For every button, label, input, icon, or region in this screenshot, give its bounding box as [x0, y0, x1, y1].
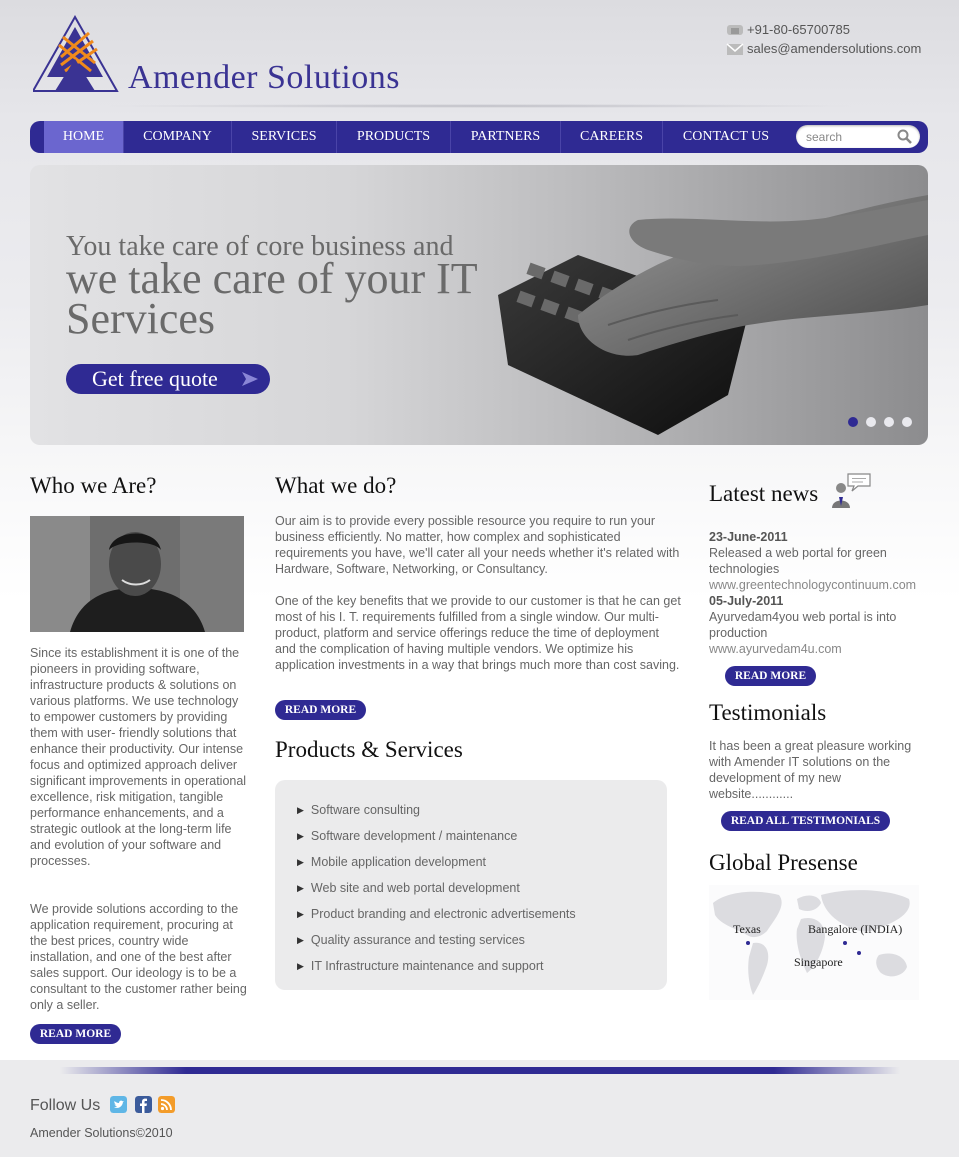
chevron-right-icon: ▶ [297, 856, 304, 867]
service-item[interactable]: ▶ Software development / maintenance [297, 823, 576, 849]
news-link[interactable]: www.ayurvedam4u.com [709, 641, 929, 657]
header-divider [100, 104, 860, 108]
who-we-are-para-1: Since its establishment it is one of the… [30, 646, 247, 868]
nav-services[interactable]: SERVICES [232, 121, 337, 153]
map-marker-bangalore[interactable] [843, 941, 847, 945]
nav-careers[interactable]: CAREERS [561, 121, 663, 153]
products-services-title: Products & Services [275, 737, 463, 762]
chevron-right-icon: ▶ [297, 830, 304, 841]
service-item-label: Mobile application development [310, 855, 487, 869]
hero-headline: we take care of your IT Services [66, 254, 477, 343]
map-marker-singapore[interactable] [857, 951, 861, 955]
nav-company[interactable]: COMPANY [124, 121, 232, 153]
services-list: ▶ Software consulting ▶ Software developme… [297, 797, 576, 979]
search-input[interactable] [806, 129, 898, 144]
phone-row: +91-80-65700785 [726, 20, 921, 39]
nav-products[interactable]: PRODUCTS [337, 121, 451, 153]
service-item[interactable]: ▶ Web site and web portal development [297, 875, 576, 901]
nav-home[interactable]: HOME [44, 121, 124, 153]
what-read-more-button[interactable]: READ MORE [275, 700, 366, 720]
hero-banner: You take care of core business and we ta… [30, 165, 928, 445]
who-read-more-button[interactable]: READ MORE [30, 1024, 121, 1044]
what-we-do-title: What we do? [275, 473, 397, 498]
map-label-texas: Texas [733, 922, 761, 936]
nav-partners[interactable]: PARTNERS [451, 121, 561, 153]
rss-icon[interactable] [158, 1096, 175, 1113]
slider-dot-3[interactable] [884, 417, 894, 427]
who-we-are-title: Who we Are? [30, 473, 157, 498]
profile-photo [30, 516, 244, 632]
arrow-right-icon [242, 372, 258, 386]
logo[interactable]: Amender Solutions [33, 15, 423, 96]
logo-icon [33, 15, 119, 92]
search-box [796, 125, 920, 148]
service-item-label: Quality assurance and testing services [310, 933, 525, 947]
news-date: 05-July-2011 [709, 594, 784, 608]
news-text: Released a web portal for green technolo… [709, 546, 887, 576]
service-item[interactable]: ▶ Mobile application development [297, 849, 576, 875]
service-item-label: Software development / maintenance [310, 829, 518, 843]
slider-dot-1[interactable] [848, 417, 858, 427]
what-we-do-para-1: Our aim is to provide every possible res… [275, 514, 680, 576]
map-marker-texas[interactable] [746, 941, 750, 945]
search-icon[interactable] [897, 129, 912, 144]
service-item-label: Product branding and electronic advertis… [310, 907, 576, 921]
slider-dot-2[interactable] [866, 417, 876, 427]
what-we-do-para-2: One of the key benefits that we provide … [275, 594, 681, 672]
services-box: ▶ Software consulting ▶ Software developme… [275, 780, 667, 990]
email-address[interactable]: sales@amendersolutions.com [747, 41, 921, 56]
chevron-right-icon: ▶ [297, 934, 304, 945]
chevron-right-icon: ▶ [297, 908, 304, 919]
news-date: 23-June-2011 [709, 530, 788, 544]
logo-text: Amender Solutions [128, 59, 400, 96]
news-read-more-button[interactable]: READ MORE [725, 666, 816, 686]
service-item-label: IT Infrastructure maintenance and suppor… [310, 959, 544, 973]
who-we-are-para-2: We provide solutions according to the ap… [30, 902, 247, 1012]
get-free-quote-button[interactable]: Get free quote [66, 364, 270, 394]
latest-news-title: Latest news [709, 481, 819, 506]
keyboard-hands-image [498, 195, 928, 435]
news-item-2: 05-July-2011 Ayurvedam4you web portal is… [709, 593, 929, 657]
slider-dot-4[interactable] [902, 417, 912, 427]
chevron-right-icon: ▶ [297, 882, 304, 893]
testimonials-title: Testimonials [709, 700, 827, 725]
phone-number: +91-80-65700785 [747, 22, 851, 37]
service-item-label: Software consulting [310, 803, 421, 817]
service-item[interactable]: ▶ Software consulting [297, 797, 576, 823]
news-link[interactable]: www.greentechnologycontinuum.com [709, 577, 929, 593]
service-item[interactable]: ▶ Quality assurance and testing services [297, 927, 576, 953]
chevron-right-icon: ▶ [297, 960, 304, 971]
nav-contact-us[interactable]: CONTACT US [663, 121, 789, 153]
read-all-testimonials-button[interactable]: READ ALL TESTIMONIALS [721, 811, 890, 831]
get-free-quote-label: Get free quote [92, 366, 218, 391]
world-map: Texas Bangalore (INDIA) Singapore [709, 885, 919, 1000]
contact-info: +91-80-65700785 sales@amendersolutions.c… [726, 20, 921, 58]
person-image [30, 516, 244, 632]
global-presence-title: Global Presense [709, 850, 858, 875]
slider-dots [848, 417, 912, 427]
testimonial-text: It has been a great pleasure working wit… [709, 739, 912, 801]
news-item-1: 23-June-2011 Released a web portal for g… [709, 529, 929, 593]
world-map-image [709, 885, 919, 1000]
twitter-icon[interactable] [110, 1096, 127, 1113]
news-speaker-icon [832, 473, 871, 508]
map-label-bangalore: Bangalore (INDIA) [808, 922, 903, 936]
email-row[interactable]: sales@amendersolutions.com [726, 39, 921, 58]
follow-us-label: Follow Us [30, 1097, 101, 1114]
footer-accent-line [60, 1067, 900, 1074]
map-label-singapore: Singapore [794, 955, 843, 969]
news-text: Ayurvedam4you web portal is into product… [709, 610, 897, 640]
service-item-label: Web site and web portal development [310, 881, 520, 895]
main-nav: HOME COMPANY SERVICES PRODUCTS PARTNERS … [30, 121, 928, 153]
copyright: Amender Solutions©2010 [30, 1126, 173, 1140]
service-item[interactable]: ▶ IT Infrastructure maintenance and suppo… [297, 953, 576, 979]
mail-icon [726, 42, 744, 55]
chevron-right-icon: ▶ [297, 804, 304, 815]
phone-icon [727, 24, 743, 35]
service-item[interactable]: ▶ Product branding and electronic adverti… [297, 901, 576, 927]
facebook-icon[interactable] [135, 1096, 152, 1113]
